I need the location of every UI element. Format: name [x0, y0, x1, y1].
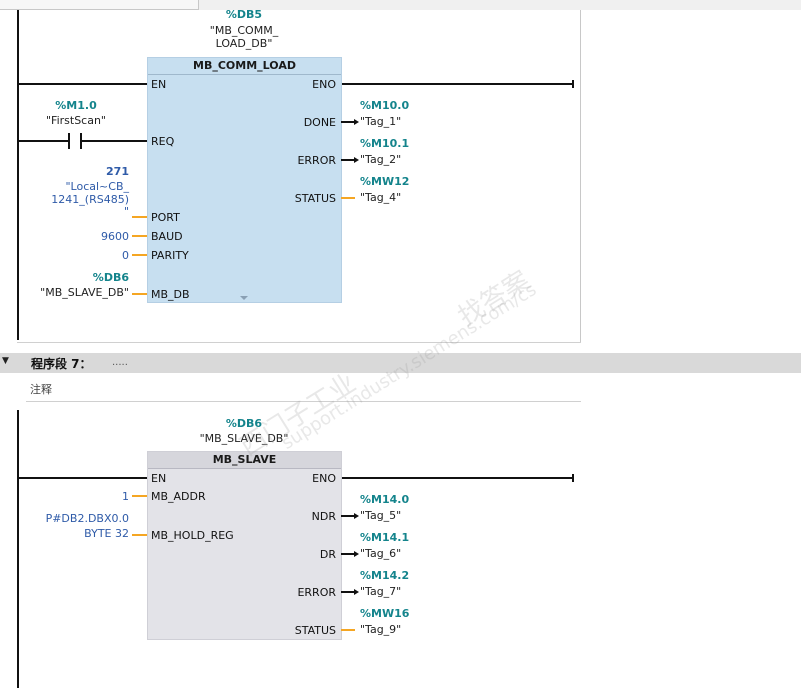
network-title-placeholder[interactable]: ..... — [112, 357, 128, 368]
network-border-right — [580, 10, 581, 342]
parity-value[interactable]: 0 — [60, 249, 129, 262]
toolbar-cell[interactable] — [96, 0, 131, 10]
req-contact-address[interactable]: %M1.0 — [26, 99, 126, 112]
status-wire-2 — [341, 629, 355, 631]
pin-mb-db: MB_DB — [151, 288, 190, 301]
comment-label: 注释 — [30, 383, 52, 396]
mb-addr-value[interactable]: 1 — [60, 490, 129, 503]
status-address[interactable]: %MW12 — [360, 175, 409, 188]
baud-value[interactable]: 9600 — [60, 230, 129, 243]
error-arrow-icon-2 — [354, 589, 359, 595]
instance-db-address: %DB5 — [225, 8, 263, 21]
block-title: MB_COMM_LOAD — [148, 58, 341, 75]
status-symbol-2[interactable]: "Tag_9" — [360, 623, 401, 636]
mb-comm-load-block[interactable]: MB_COMM_LOAD — [147, 57, 342, 303]
status-address-2[interactable]: %MW16 — [360, 607, 409, 620]
pin-error: ERROR — [297, 154, 336, 167]
error-symbol[interactable]: "Tag_2" — [360, 153, 401, 166]
pin-error-2: ERROR — [297, 586, 336, 599]
en-wire — [17, 83, 147, 85]
pin-dr: DR — [319, 548, 336, 561]
pin-eno-2: ENO — [312, 472, 336, 485]
eno-wire-end-2 — [572, 474, 574, 482]
toolbar-cell[interactable] — [130, 0, 165, 10]
hold-reg-line1[interactable]: P#DB2.DBX0.0 — [20, 512, 129, 525]
hold-reg-wire — [132, 534, 147, 536]
req-wire-left — [17, 140, 68, 142]
dr-wire — [341, 553, 355, 555]
error-arrow-icon — [354, 157, 359, 163]
pin-mb-hold-reg: MB_HOLD_REG — [151, 529, 234, 542]
instance-db-name-line2[interactable]: LOAD_DB" — [194, 37, 294, 50]
toolbar-cell[interactable] — [0, 0, 29, 10]
pin-en: EN — [151, 78, 167, 91]
mb-db-address[interactable]: %DB6 — [40, 271, 129, 284]
pin-parity: PARITY — [151, 249, 189, 262]
dr-arrow-icon — [354, 551, 359, 557]
error-wire-2 — [341, 591, 355, 593]
pin-baud: BAUD — [151, 230, 183, 243]
mb-addr-wire — [132, 495, 147, 497]
pin-status-2: STATUS — [294, 624, 336, 637]
port-symbol-line3[interactable]: " — [20, 205, 129, 218]
pin-ndr: NDR — [311, 510, 336, 523]
status-wire — [341, 197, 355, 199]
toolbar-cell[interactable] — [62, 0, 97, 10]
eno-wire-end — [572, 80, 574, 88]
block-title-2: MB_SLAVE — [148, 452, 341, 469]
pin-eno: ENO — [312, 78, 336, 91]
dr-symbol[interactable]: "Tag_6" — [360, 547, 401, 560]
network-border-bottom — [17, 342, 581, 343]
port-value[interactable]: 271 — [40, 165, 129, 178]
error-address-2[interactable]: %M14.2 — [360, 569, 409, 582]
toolbar-strip — [0, 0, 801, 10]
dr-address[interactable]: %M14.1 — [360, 531, 409, 544]
toolbar-cell[interactable] — [28, 0, 63, 10]
pin-mb-addr: MB_ADDR — [151, 490, 206, 503]
mb-db-symbol[interactable]: "MB_SLAVE_DB" — [20, 286, 129, 299]
instance-db-name-line1[interactable]: "MB_COMM_ — [194, 24, 294, 37]
pin-en-2: EN — [151, 472, 167, 485]
error-address[interactable]: %M10.1 — [360, 137, 409, 150]
done-wire — [341, 121, 355, 123]
pin-status: STATUS — [294, 192, 336, 205]
req-contact-symbol[interactable]: "FirstScan" — [26, 114, 126, 127]
power-rail-left — [17, 10, 19, 340]
error-wire — [341, 159, 355, 161]
pin-req: REQ — [151, 135, 175, 148]
network-title[interactable]: 程序段 7： — [31, 355, 92, 372]
hold-reg-line2[interactable]: BYTE 32 — [20, 527, 129, 540]
ndr-arrow-icon — [354, 513, 359, 519]
done-address[interactable]: %M10.0 — [360, 99, 409, 112]
eno-wire — [341, 83, 573, 85]
port-symbol-line1[interactable]: "Local~CB_ — [20, 180, 129, 193]
power-rail-left-2 — [17, 410, 19, 688]
no-contact-left-bar[interactable] — [68, 133, 70, 149]
mb-db-wire — [132, 293, 147, 295]
parity-wire — [132, 254, 147, 256]
collapse-triangle-icon[interactable]: ▼ — [2, 356, 9, 366]
baud-wire — [132, 235, 147, 237]
en-wire-2 — [17, 477, 147, 479]
chevron-down-icon[interactable] — [240, 296, 248, 300]
ndr-symbol[interactable]: "Tag_5" — [360, 509, 401, 522]
eno-wire-2 — [341, 477, 573, 479]
port-wire — [132, 216, 147, 218]
done-arrow-icon — [354, 119, 359, 125]
ndr-address[interactable]: %M14.0 — [360, 493, 409, 506]
pin-port: PORT — [151, 211, 180, 224]
req-wire-right — [82, 140, 147, 142]
done-symbol[interactable]: "Tag_1" — [360, 115, 401, 128]
pin-done: DONE — [303, 116, 336, 129]
status-symbol[interactable]: "Tag_4" — [360, 191, 401, 204]
ndr-wire — [341, 515, 355, 517]
error-symbol-2[interactable]: "Tag_7" — [360, 585, 401, 598]
